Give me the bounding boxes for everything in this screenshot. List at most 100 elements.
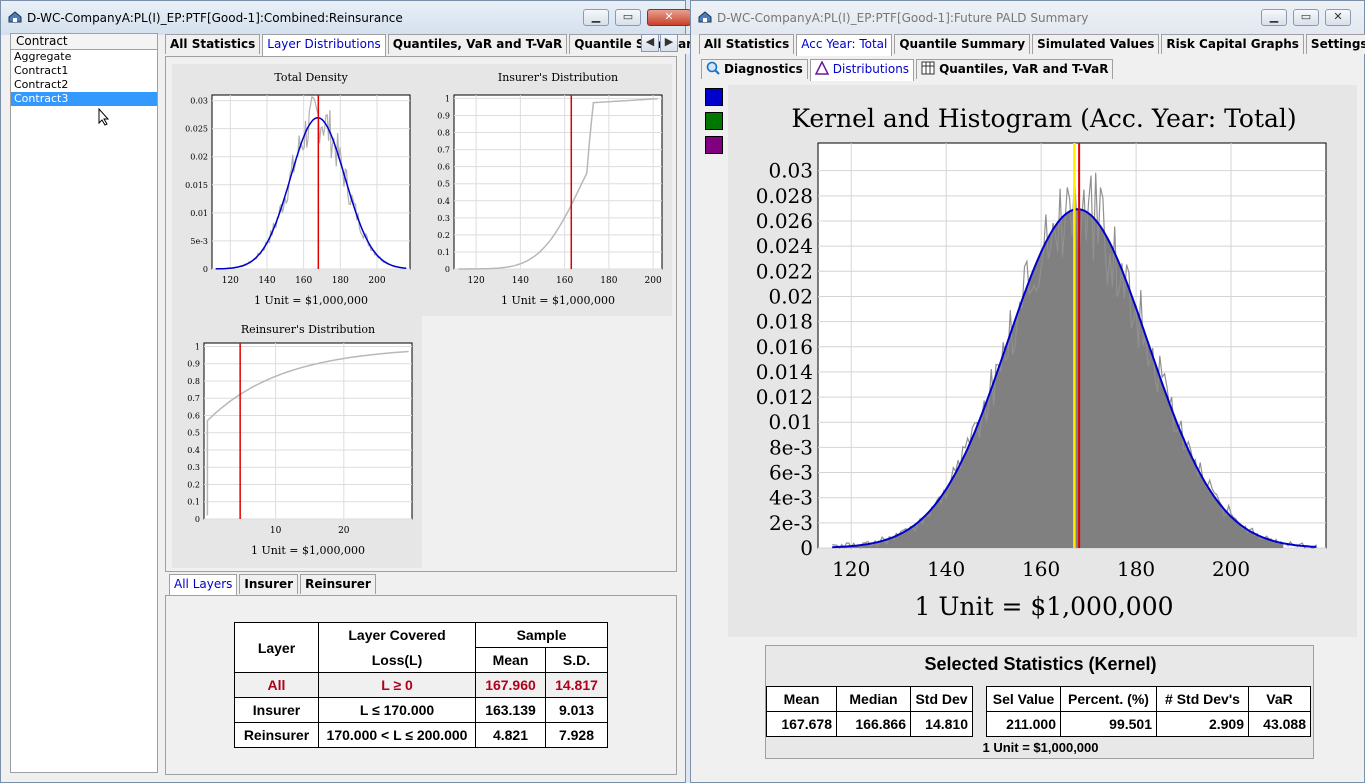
x-tick-label: 20 [338,526,350,536]
layer-cell: Insurer [234,697,319,723]
close-button[interactable]: ✕ [647,9,691,26]
subtab-diagnostics[interactable]: Diagnostics [701,59,808,79]
x-tick-label: 160 [1022,557,1060,581]
y-tick-label: 0.4 [437,197,450,206]
right-subtabbar: Diagnostics Distributions Quantiles, VaR a… [701,59,1115,81]
maximize-button[interactable]: ▭ [615,9,641,26]
stats-section: Selected Statistics (Kernel) Mean Median… [765,645,1314,759]
y-tick-label: 0.03 [768,159,813,183]
stats-header-stddev: Std Dev [910,686,973,712]
y-tick-label: 0 [445,265,450,274]
mean-cell: 163.139 [475,697,546,723]
x-tick-label: 200 [1212,557,1250,581]
table-row: Reinsurer 170.000 < L ≤ 200.000 4.821 7.… [234,722,608,748]
subtab-distributions[interactable]: Distributions [809,59,915,81]
reinsurer-distribution-chart: Reinsurer's Distribution 10 20 0 0.1 0.2 0.3 0.… [187,323,413,557]
chart-title: Total Density [274,71,348,84]
tab-layer-distributions[interactable]: Layer Distributions [262,34,386,56]
tab-all-statistics[interactable]: All Statistics [165,34,261,54]
y-tick-label: 0.014 [756,360,813,384]
close-button[interactable]: ✕ [1325,9,1351,26]
layer-table-panel: Layer Layer Covered Sample Loss(L) Mean … [165,595,677,775]
x-tick-label: 160 [556,276,573,286]
y-tick-label: 0.1 [437,248,450,257]
tab-reinsurer[interactable]: Reinsurer [300,574,376,594]
sd-cell: 7.928 [545,722,608,748]
app-icon [698,11,712,23]
left-window-title: D-WC-CompanyA:PL(I)_EP:PTF[Good-1]:Combi… [27,11,403,25]
y-tick-label: 0.6 [437,163,450,172]
stats-unit-label: 1 Unit = $1,000,000 [982,740,1099,755]
table-icon [921,61,935,75]
unit-label: 1 Unit = $1,000,000 [254,294,368,307]
tab-insurer[interactable]: Insurer [239,574,299,594]
list-item-aggregate[interactable]: Aggregate [11,50,157,64]
y-tick-label: 0.9 [187,360,200,369]
chart-title: Kernel and Histogram (Acc. Year: Total) [791,104,1296,133]
y-tick-label: 0.2 [187,480,200,489]
tab-scroll-left-button[interactable]: ◀ [641,34,659,52]
kernel-histogram-chart: Kernel and Histogram (Acc. Year: Total) 0… [756,104,1327,621]
stats-value-var: 43.088 [1248,711,1311,737]
mean-cell: 167.960 [475,672,546,698]
unit-label: 1 Unit = $1,000,000 [914,592,1173,621]
series-swatch-green[interactable] [705,112,723,130]
plot-area [203,342,413,520]
x-tick-label: 120 [468,276,485,286]
y-tick-label: 6e-3 [769,461,813,485]
left-window: D-WC-CompanyA:PL(I)_EP:PTF[Good-1]:Combi… [0,0,705,783]
y-tick-label: 0.7 [187,394,200,403]
y-tick-label: 0.025 [185,125,208,134]
tab-risk-capital-graphs[interactable]: Risk Capital Graphs [1161,34,1304,54]
stats-value-stddev: 14.810 [910,711,973,737]
tab-quantiles-var[interactable]: Quantiles, VaR and T-VaR [387,34,568,54]
tab-acc-year-total[interactable]: Acc Year: Total [796,34,893,56]
stats-header-mean: Mean [766,686,837,712]
y-tick-label: 0.02 [190,153,208,162]
covered-cell: 170.000 < L ≤ 200.000 [318,722,476,748]
x-tick-label: 140 [927,557,965,581]
insurer-distribution-chart: Insurer's Distribution 120 140 160 180 200 0 0.… [437,71,663,307]
tab-quantile-summary[interactable]: Quantile Summary [894,34,1031,54]
layer-charts-panel: Total Density 120 140 160 180 200 0 5e-3 0.01 0.0… [165,56,677,572]
covered-cell: L ≤ 170.000 [318,697,476,723]
covered-header: Layer Covered [318,622,476,648]
table-row: Insurer L ≤ 170.000 163.139 9.013 [234,697,608,723]
y-tick-label: 0.026 [756,209,813,233]
subtab-diagnostics-label: Diagnostics [724,62,803,76]
contract-list[interactable]: Contract Aggregate Contract1 Contract2 C… [10,33,158,773]
list-item-contract1[interactable]: Contract1 [11,64,157,78]
x-tick-label: 180 [1117,557,1155,581]
tab-quantile-summary[interactable]: Quantile Summary [569,34,705,54]
y-tick-label: 0.9 [437,111,450,120]
list-item-contract2[interactable]: Contract2 [11,78,157,92]
y-tick-label: 0 [203,265,208,274]
tab-all-statistics[interactable]: All Statistics [699,34,795,54]
contract-list-header[interactable]: Contract [11,34,157,50]
sd-cell: 14.817 [545,672,608,698]
minimize-button[interactable]: ▁ [583,9,609,26]
y-tick-label: 0.5 [187,429,200,438]
left-titlebar[interactable]: D-WC-CompanyA:PL(I)_EP:PTF[Good-1]:Combi… [1,1,691,35]
tab-all-layers[interactable]: All Layers [169,574,238,596]
list-item-contract3[interactable]: Contract3 [11,92,157,106]
stats-value-selvalue[interactable]: 211.000 [986,711,1061,737]
layer-tabbar: All Layers Insurer Reinsurer [169,574,378,596]
series-swatch-purple[interactable] [705,136,723,154]
y-tick-label: 0.015 [185,181,208,190]
series-swatch-blue[interactable] [705,88,723,106]
tab-scroll-right-button[interactable]: ▶ [660,34,678,52]
x-tick-label: 120 [832,557,870,581]
right-titlebar[interactable]: D-WC-CompanyA:PL(I)_EP:PTF[Good-1]:Futur… [691,1,1364,35]
maximize-button[interactable]: ▭ [1293,9,1319,26]
x-tick-label: 200 [645,276,662,286]
minimize-button[interactable]: ▁ [1261,9,1287,26]
stats-value-percent: 99.501 [1060,711,1157,737]
tab-settings[interactable]: Settings [1305,34,1365,54]
subtab-quantiles-var[interactable]: Quantiles, VaR and T-VaR [916,59,1114,79]
subtab-quantiles-label: Quantiles, VaR and T-VaR [939,62,1109,76]
tab-simulated-values[interactable]: Simulated Values [1032,34,1160,54]
y-tick-label: 0.8 [187,377,200,386]
y-tick-label: 0.028 [756,184,813,208]
covered-header-2: Loss(L) [318,647,476,673]
